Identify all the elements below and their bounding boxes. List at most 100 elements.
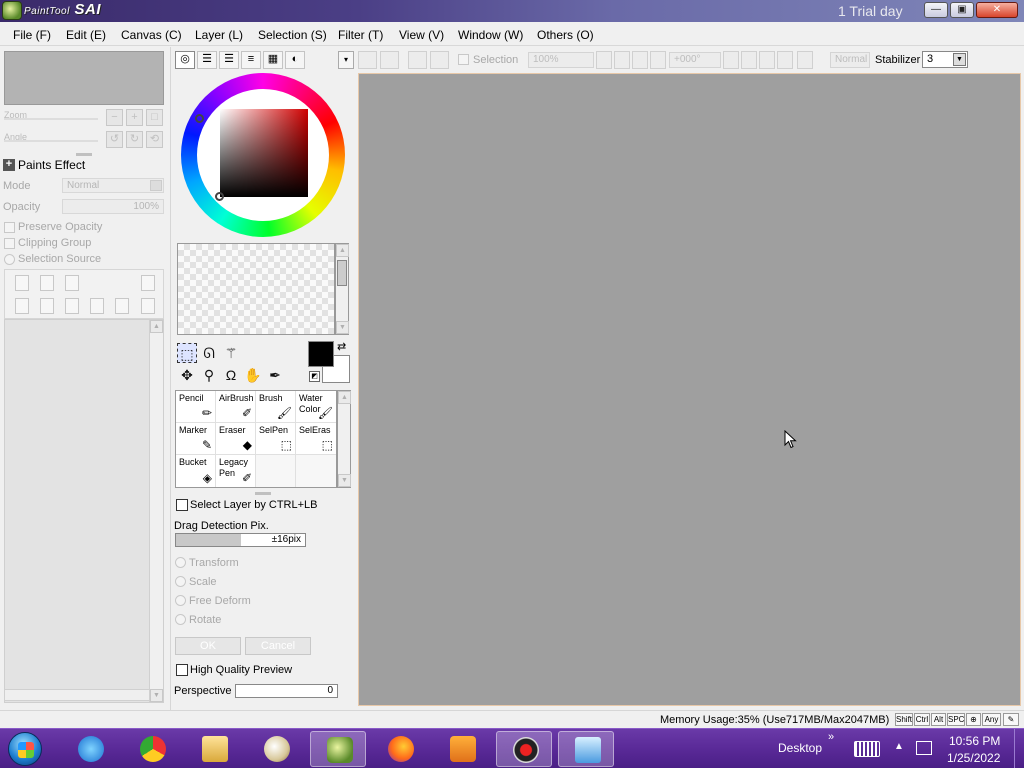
new-linework-layer-icon[interactable] [40,275,54,291]
flip-icon[interactable] [797,51,813,69]
brush-selpen[interactable]: SelPen ⬚ [256,423,296,455]
move-icon[interactable]: ✥ [177,365,197,385]
sv-marker[interactable] [215,192,224,201]
layer-mask-icon[interactable] [115,298,129,314]
taskbar-remote-desktop[interactable] [558,731,614,767]
brush-seleras[interactable]: SelEras ⬚ [296,423,336,455]
cancel-button[interactable]: Cancel [245,637,311,655]
select-layer-ctrl-checkbox[interactable] [176,499,188,511]
hue-marker[interactable] [195,114,204,123]
rotate-icon[interactable]: Ω [221,365,241,385]
clear-layer-icon[interactable] [65,298,79,314]
brush-marker[interactable]: Marker ✎ [176,423,216,455]
layer-list-scrollbar[interactable]: ▲ ▼ [149,320,163,702]
brush-bucket[interactable]: Bucket ◈ [176,455,216,487]
zoom-reset-icon[interactable] [650,51,666,69]
taskbar-screen-recorder[interactable] [496,731,552,767]
eyedropper-icon[interactable]: ✒ [265,365,285,385]
angle-field[interactable]: +000° [669,52,721,68]
menu-canvas[interactable]: Canvas (C) [121,28,182,42]
zoom-out-button[interactable]: − [106,109,123,126]
menu-edit[interactable]: Edit (E) [66,28,106,42]
scroll-up-icon[interactable]: ▲ [336,244,349,257]
foreground-color-swatch[interactable] [308,341,334,367]
show-desktop-button[interactable] [1014,729,1024,768]
layer-list-hscroll[interactable] [4,689,150,701]
brush-airbrush[interactable]: AirBrush ✐ [216,391,256,423]
rotate-cw-icon[interactable] [759,51,775,69]
drag-detection-slider[interactable]: ±16pix [175,533,306,547]
network-icon[interactable] [916,741,932,755]
invert-selection-icon[interactable] [430,51,449,69]
transfer-down-icon[interactable] [15,298,29,314]
high-quality-preview-checkbox[interactable] [176,664,188,676]
deselect-icon[interactable] [408,51,427,69]
perspective-slider[interactable]: 0 [235,684,338,698]
menu-filter[interactable]: Filter (T) [338,28,383,42]
selection-source-radio[interactable] [4,254,15,265]
taskbar-firefox[interactable] [372,731,428,767]
start-button[interactable] [8,732,42,766]
rotate-ccw-icon[interactable] [741,51,757,69]
lasso-icon[interactable]: ᘏ [199,343,219,363]
rgb-slider-tab[interactable]: ☰ [197,51,217,69]
angle-slider[interactable]: Angle [4,131,98,145]
zoom-in-button[interactable]: + [126,109,143,126]
taskbar-internet-explorer[interactable] [62,731,118,767]
navigator-preview[interactable] [4,51,164,105]
merge-down-icon[interactable] [40,298,54,314]
brush-brush[interactable]: Brush 🖌 [256,391,296,423]
ok-button[interactable]: OK [175,637,241,655]
expand-icon[interactable]: + [3,159,15,171]
scroll-down-icon[interactable]: ▼ [150,689,163,702]
empty-brush-slot[interactable] [296,455,336,487]
panel-toggle-icon[interactable]: ▾ [338,51,354,69]
restore-button[interactable]: ▣ [950,2,974,18]
paints-effect-header[interactable]: Paints Effect [18,158,85,172]
rotate-radio[interactable] [175,614,186,625]
rect-select-icon[interactable]: ⬚ [177,343,197,363]
transparent-color-icon[interactable]: ◩ [309,371,320,382]
zoom-out-icon[interactable] [614,51,630,69]
scroll-down-icon[interactable]: ▼ [336,321,349,334]
layer-option-icon[interactable] [141,275,155,291]
brush-legacy-pen[interactable]: Legacy Pen ✐ [216,455,256,487]
rotate-reset-button[interactable]: ⟲ [146,131,163,148]
taskbar-painttool-sai[interactable] [310,731,366,767]
new-folder-icon[interactable] [65,275,79,291]
scroll-down-icon[interactable]: ▼ [338,474,351,487]
taskbar-media-player[interactable] [434,731,490,767]
blend-mode-select[interactable]: Normal [62,178,164,193]
redo-icon[interactable] [380,51,399,69]
canvas-area[interactable] [358,73,1021,706]
swap-colors-icon[interactable]: ⇄ [337,340,346,353]
panel-splitter[interactable] [76,153,92,156]
taskbar-paint[interactable] [248,731,304,767]
zoom-in-icon[interactable] [632,51,648,69]
preserve-opacity-checkbox[interactable] [4,222,15,233]
stabilizer-select[interactable]: 3 ▼ [922,51,968,68]
menu-others[interactable]: Others (O) [537,28,594,42]
apply-mask-icon[interactable] [141,298,155,314]
taskbar-chrome[interactable] [124,731,180,767]
hand-icon[interactable]: ✋ [243,365,263,385]
menu-file[interactable]: File (F) [13,28,51,42]
minimize-button[interactable]: — [924,2,948,18]
brush-pencil[interactable]: Pencil ✏ [176,391,216,423]
zoom-slider[interactable]: Zoom [4,109,98,123]
magic-wand-icon[interactable]: ⚚ [221,343,241,363]
show-selection-checkbox[interactable] [458,54,469,65]
menu-view[interactable]: View (V) [399,28,444,42]
zoom-reset-button[interactable]: □ [146,109,163,126]
zoom-icon[interactable]: ⚲ [199,365,219,385]
swatches-tab[interactable]: ▦ [263,51,283,69]
zoom-dropdown-icon[interactable] [596,51,612,69]
color-wheel-tab[interactable]: ◎ [175,51,195,69]
rotate-left-button[interactable]: ↺ [106,131,123,148]
desktop-toolbar-label[interactable]: Desktop [778,741,822,755]
menu-layer[interactable]: Layer (L) [195,28,243,42]
opacity-slider[interactable]: 100% [62,199,164,214]
chevron-right-icon[interactable]: » [828,731,834,743]
brush-water-color[interactable]: Water Color 🖌 [296,391,336,423]
undo-icon[interactable] [358,51,377,69]
